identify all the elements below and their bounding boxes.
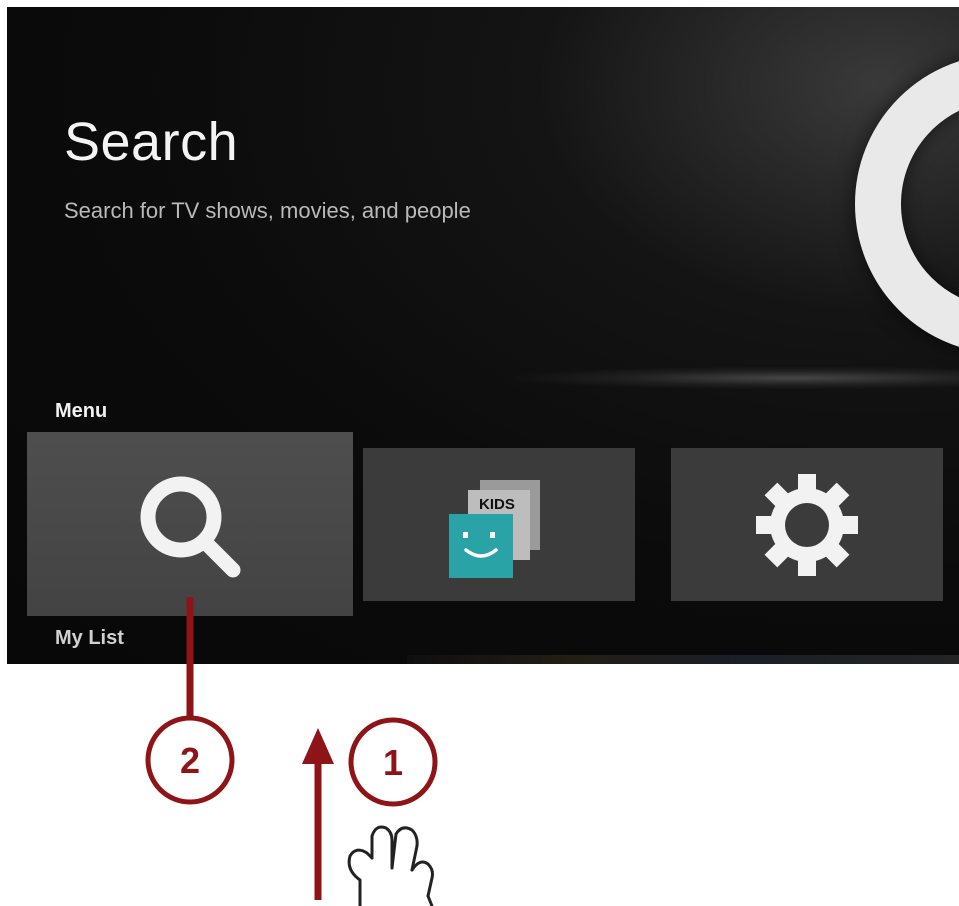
swipe-up-arrow-icon <box>302 728 334 764</box>
pointing-hand-icon <box>347 825 434 906</box>
annotation-overlay: 2 1 <box>145 597 438 906</box>
callout-1-number: 1 <box>383 742 403 783</box>
callout-2-number: 2 <box>180 740 200 781</box>
